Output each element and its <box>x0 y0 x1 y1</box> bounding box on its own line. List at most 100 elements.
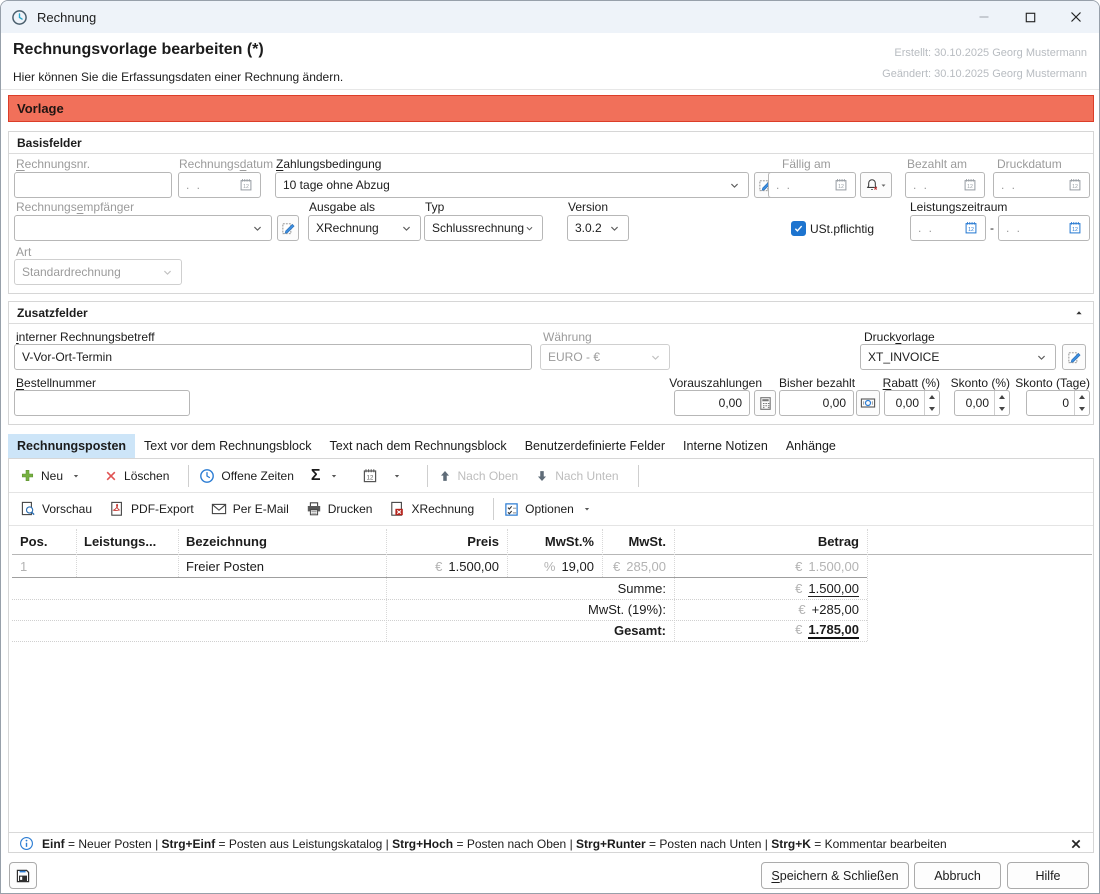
edit-pencil-icon <box>1067 350 1082 365</box>
offene-zeiten-button[interactable]: Offene Zeiten <box>199 468 294 484</box>
calendar-icon[interactable] <box>1068 221 1082 235</box>
druckvorlage-label: Druckvorlage <box>864 330 935 344</box>
kalender-button[interactable] <box>362 468 408 484</box>
version-combo[interactable]: 3.0.2 <box>567 215 629 241</box>
toolbar-separator <box>427 465 428 487</box>
zusatzfelder-header: Zusatzfelder <box>9 302 1093 324</box>
hilfe-button[interactable]: Hilfe <box>1007 862 1089 889</box>
spin-up-icon[interactable] <box>925 391 939 403</box>
rechnungsempfaenger-combo[interactable] <box>14 215 272 241</box>
chevron-down-icon <box>608 222 621 235</box>
tab-bar: Rechnungsposten Text vor dem Rechnungsbl… <box>8 434 845 458</box>
druckvorlage-edit-button[interactable] <box>1062 344 1086 370</box>
summe-label: Summe: <box>386 578 674 599</box>
caret-down-icon[interactable] <box>392 471 402 481</box>
calendar-icon[interactable] <box>834 178 848 192</box>
chevron-down-icon <box>400 222 413 235</box>
tab-rechnungsposten[interactable]: Rechnungsposten <box>8 434 135 458</box>
speichern-schliessen-button[interactable]: Speichern & Schließen <box>761 862 909 889</box>
per-email-button[interactable]: Per E-Mail <box>211 501 289 517</box>
collapse-caret-up-icon[interactable] <box>1073 307 1085 319</box>
spin-down-icon[interactable] <box>1075 403 1089 415</box>
zusatzfelder-group: Zusatzfelder interner Rechnungsbetreff W… <box>8 301 1094 425</box>
bisher-bezahlt-label: Bisher bezahlt <box>779 376 855 390</box>
faellig-am-field[interactable]: . . <box>768 172 856 198</box>
optionen-button[interactable]: Optionen <box>504 502 598 517</box>
calendar-icon[interactable] <box>239 178 253 192</box>
calendar-icon[interactable] <box>964 221 978 235</box>
nach-unten-button[interactable]: Nach Unten <box>535 469 618 483</box>
tab-anhaenge[interactable]: Anhänge <box>777 434 845 458</box>
typ-combo[interactable]: Schlussrechnung <box>424 215 543 241</box>
close-icon <box>1068 9 1084 25</box>
toolbar-separator <box>188 465 189 487</box>
cell-mwst: €285,00 <box>602 555 674 577</box>
skonto-tage-spinner[interactable]: 0 <box>1026 390 1090 416</box>
zahlungsbedingung-combo[interactable]: 10 tage ohne Abzug <box>275 172 749 198</box>
vorschau-button[interactable]: Vorschau <box>20 501 92 517</box>
maximize-button[interactable] <box>1013 4 1047 30</box>
created-meta: Erstellt: 30.10.2025 Georg Mustermann <box>894 47 1087 59</box>
bestellnummer-field[interactable] <box>14 390 190 416</box>
close-icon[interactable] <box>1069 837 1083 851</box>
save-button[interactable] <box>9 862 37 889</box>
skonto-prozent-spinner[interactable]: 0,00 <box>954 390 1010 416</box>
ausgabe-als-label: Ausgabe als <box>309 200 375 214</box>
ausgabe-als-combo[interactable]: XRechnung <box>308 215 421 241</box>
minimize-button[interactable] <box>967 4 1001 30</box>
col-betrag: Betrag <box>674 529 867 554</box>
spin-down-icon[interactable] <box>925 403 939 415</box>
close-button[interactable] <box>1059 4 1093 30</box>
cell-leistung <box>76 555 178 577</box>
tab-text-vor-rechnungsblock[interactable]: Text vor dem Rechnungsblock <box>135 434 320 458</box>
rechnungsdatum-field[interactable]: . . <box>178 172 261 198</box>
betreff-field[interactable] <box>14 344 532 370</box>
druckdatum-label: Druckdatum <box>997 157 1062 171</box>
caret-down-icon[interactable] <box>329 471 339 481</box>
spin-up-icon[interactable] <box>1075 391 1089 403</box>
page-title: Rechnungsvorlage bearbeiten (*) <box>13 41 264 59</box>
col-preis: Preis <box>386 529 507 554</box>
pdf-export-button[interactable]: PDF-Export <box>109 501 194 517</box>
toolbar-separator <box>493 498 494 520</box>
spin-up-icon[interactable] <box>995 391 1009 403</box>
tab-text-nach-rechnungsblock[interactable]: Text nach dem Rechnungsblock <box>321 434 516 458</box>
xrechnung-button[interactable]: XRechnung <box>389 501 474 517</box>
vorauszahlungen-calc-button[interactable] <box>754 390 776 416</box>
nach-oben-button[interactable]: Nach Oben <box>438 469 519 483</box>
rechnungsnr-field[interactable] <box>14 172 172 198</box>
bezahlt-am-field[interactable]: . . <box>905 172 985 198</box>
col-pos: Pos. <box>12 529 76 554</box>
leistungszeitraum-von-field[interactable]: . . <box>910 215 986 241</box>
cell-betrag: €1.500,00 <box>674 555 867 577</box>
statusbar-shortcut-text: Einf = Neuer Posten | Strg+Einf = Posten… <box>42 837 947 851</box>
ust-pflichtig-checkbox[interactable] <box>791 221 806 236</box>
vorauszahlungen-field[interactable] <box>674 390 750 416</box>
tab-benutzerdefinierte-felder[interactable]: Benutzerdefinierte Felder <box>516 434 674 458</box>
col-mwst-prozent: MwSt.% <box>507 529 602 554</box>
bisher-bezahlt-field[interactable] <box>779 390 854 416</box>
leistungszeitraum-bis-field[interactable]: . . <box>998 215 1090 241</box>
caret-down-icon[interactable] <box>71 471 81 481</box>
loeschen-button[interactable]: Löschen <box>104 469 169 483</box>
caret-down-icon[interactable] <box>582 504 592 514</box>
summe-value: €1.500,00 <box>674 578 867 599</box>
druckdatum-field[interactable]: . . <box>993 172 1090 198</box>
neu-button[interactable]: Neu <box>20 468 87 483</box>
druckvorlage-combo[interactable]: XT_INVOICE <box>860 344 1056 370</box>
summe-button[interactable]: Σ <box>311 467 345 485</box>
abbruch-button[interactable]: Abbruch <box>914 862 1001 889</box>
reminder-split-button[interactable] <box>860 172 892 198</box>
gesamt-value: €1.785,00 <box>674 620 867 641</box>
chevron-down-icon <box>161 266 174 279</box>
spin-down-icon[interactable] <box>995 403 1009 415</box>
xrechnung-icon <box>389 501 405 517</box>
calendar-icon[interactable] <box>963 178 977 192</box>
app-clock-icon <box>11 9 28 26</box>
rabatt-spinner[interactable]: 0,00 <box>884 390 940 416</box>
drucken-button[interactable]: Drucken <box>306 501 373 517</box>
rechnungsempfaenger-edit-button[interactable] <box>277 215 299 241</box>
calendar-icon[interactable] <box>1068 178 1082 192</box>
bisher-bezahlt-money-button[interactable] <box>856 390 880 416</box>
tab-interne-notizen[interactable]: Interne Notizen <box>674 434 777 458</box>
